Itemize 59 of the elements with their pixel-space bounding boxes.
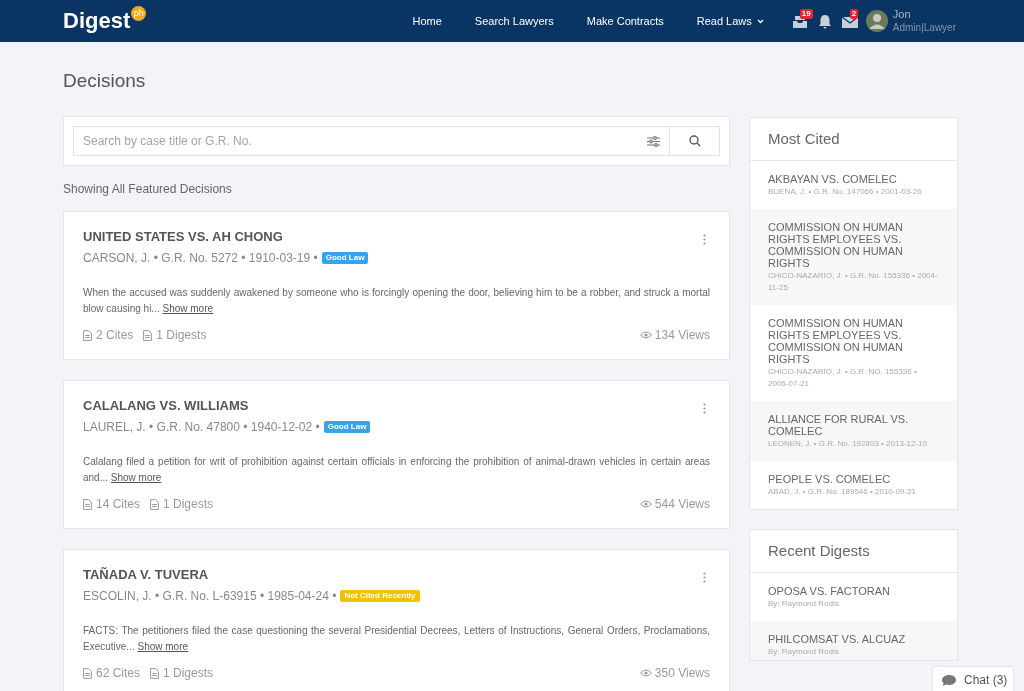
more-options-icon[interactable] <box>703 234 706 245</box>
document-icon <box>83 498 92 510</box>
status-badge: Good Law <box>321 252 369 264</box>
cites-count: 2 Cites <box>96 327 134 344</box>
case-title[interactable]: UNITED STATES VS. AH CHONG <box>83 230 710 243</box>
count-badge: 19 <box>799 8 813 19</box>
filter-icon[interactable] <box>647 135 660 147</box>
nav-link[interactable]: Home <box>412 12 442 30</box>
document-icon <box>150 667 160 679</box>
views-count: 134 Views <box>654 327 710 344</box>
eye-icon <box>639 331 652 339</box>
sidebar-item[interactable]: PHILCOMSAT VS. ALCUAZ By: Raymond Rodis <box>750 621 957 660</box>
views-count: 350 Views <box>654 665 710 682</box>
case-title[interactable]: CALALANG VS. WILLIAMS <box>83 399 710 412</box>
results-caption: Showing All Featured Decisions <box>63 181 233 198</box>
nav-link[interactable]: Search Lawyers <box>474 12 554 30</box>
user-name: Jon <box>892 7 912 22</box>
case-summary: When the accused was suddenly awakened by someone who is forcingly opening the door, believing him to be a robber, and struck a mortal blow causing hi... Show more <box>83 286 710 316</box>
search-input[interactable]: Search by case title or G.R. No. <box>83 132 647 150</box>
nav-link[interactable]: Make Contracts <box>586 12 664 30</box>
show-more-link[interactable]: Show more <box>137 641 189 652</box>
avatar-icon[interactable] <box>865 10 888 32</box>
show-more-link[interactable]: Show more <box>110 472 162 483</box>
digests-count: 1 Digests <box>163 496 214 513</box>
bell-icon[interactable] <box>816 13 833 29</box>
document-icon <box>83 329 92 341</box>
status-badge: Good Law <box>323 421 371 433</box>
eye-icon <box>639 500 652 508</box>
sidebar-item[interactable]: COMMISSION ON HUMAN RIGHTS EMPLOYEES VS. COMMISSION ON HUMAN RIGHTS CHICO-NAZARIO, J. • G.R. No. 155336 • 2004-11-25 <box>750 209 957 305</box>
logo-badge: ph <box>131 6 147 21</box>
nav-link[interactable]: Read Laws <box>696 12 764 30</box>
speech-bubble-icon <box>942 674 956 686</box>
case-title[interactable]: TAÑADA V. TUVERA <box>83 568 710 581</box>
eye-icon <box>639 669 652 677</box>
cites-count: 62 Cites <box>96 665 141 682</box>
user-role: Admin|Lawyer <box>892 21 956 35</box>
chat-button[interactable]: Chat (3) <box>932 666 1014 691</box>
more-options-icon[interactable] <box>703 403 706 414</box>
cites-count: 14 Cites <box>96 496 141 513</box>
document-icon <box>83 667 92 679</box>
search-button[interactable] <box>670 126 720 156</box>
show-more-link[interactable]: Show more <box>162 303 214 314</box>
document-icon <box>150 498 160 510</box>
count-badge: 2 <box>849 8 859 19</box>
search-field[interactable]: Search by case title or G.R. No. <box>73 126 670 156</box>
case-summary: FACTS: The petitioners filed the case questioning the several Presidential Decrees, Letters of Instructions, General Orders, Proclamations, Executive... Show more <box>83 624 710 654</box>
status-badge: Not Cited Recently <box>340 590 420 602</box>
case-meta: LAUREL, J. • G.R. No. 47800 • 1940-12-02 • <box>83 419 320 436</box>
digests-count: 1 Digests <box>156 327 207 344</box>
more-options-icon[interactable] <box>703 572 706 583</box>
case-meta: CARSON, J. • G.R. No. 5272 • 1910-03-19 • <box>83 250 318 267</box>
page-title: Decisions <box>63 71 147 90</box>
case-summary: Calalang filed a petition for writ of prohibition against certain officials in enforcing the prohibition of animal-drawn vehicles in certain areas and... Show more <box>83 455 710 485</box>
document-icon <box>143 329 153 341</box>
case-meta: ESCOLIN, J. • G.R. No. L-63915 • 1985-04-24 • <box>83 588 337 605</box>
logo[interactable]: Digest <box>63 10 131 32</box>
search-icon <box>688 135 701 147</box>
digests-count: 1 Digests <box>163 665 214 682</box>
views-count: 544 Views <box>654 496 710 513</box>
